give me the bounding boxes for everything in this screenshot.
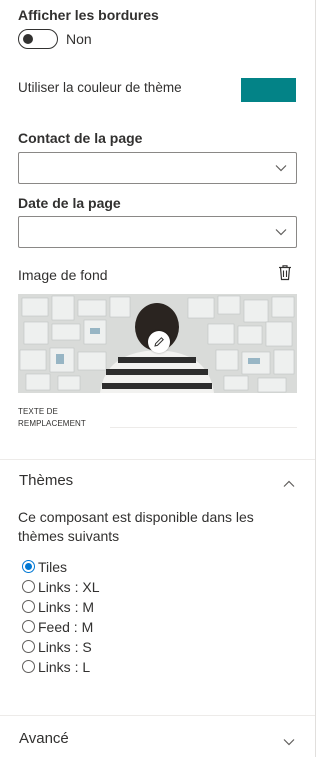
theme-option-label: Feed : M xyxy=(38,618,94,635)
page-date-dropdown[interactable] xyxy=(18,216,297,248)
chevron-down-icon[interactable] xyxy=(283,733,297,746)
radio-unchecked xyxy=(22,580,35,593)
section-divider xyxy=(0,715,315,716)
theme-option-label: Tiles xyxy=(38,558,68,575)
themes-section-title: Thèmes xyxy=(19,472,74,489)
page-contact-label: Contact de la page xyxy=(18,130,143,146)
page-date-label: Date de la page xyxy=(18,195,121,211)
theme-option-label: Links : XL xyxy=(38,578,100,595)
advanced-section-title[interactable]: Avancé xyxy=(19,730,69,747)
theme-option-tiles[interactable]: Tiles xyxy=(22,557,67,576)
theme-option-links-xl[interactable]: Links : XL xyxy=(22,577,99,596)
radio-unchecked xyxy=(22,660,35,673)
pencil-icon[interactable] xyxy=(148,331,170,353)
theme-option-label: Links : S xyxy=(38,638,92,655)
theme-color-swatch[interactable] xyxy=(241,78,296,102)
radio-unchecked xyxy=(22,620,35,633)
trash-icon[interactable] xyxy=(277,264,293,281)
radio-unchecked xyxy=(22,640,35,653)
chevron-up-icon[interactable] xyxy=(283,475,297,487)
section-divider xyxy=(0,459,315,460)
background-image-preview[interactable] xyxy=(18,294,297,393)
chevron-down-icon xyxy=(275,229,287,236)
borders-toggle-text: Non xyxy=(66,31,92,47)
theme-option-label: Links : L xyxy=(38,658,91,675)
theme-option-links-s[interactable]: Links : S xyxy=(22,637,92,656)
theme-color-label: Utiliser la couleur de thème xyxy=(18,80,182,95)
theme-option-label: Links : M xyxy=(38,598,95,615)
background-image-label: Image de fond xyxy=(18,267,108,283)
themes-description: Ce composant est disponible dans les thè… xyxy=(18,509,254,544)
alt-text-input[interactable] xyxy=(110,427,297,428)
borders-label: Afficher les bordures xyxy=(18,7,159,23)
radio-unchecked xyxy=(22,600,35,613)
alt-text-label: TEXTE DE REMPLACEMENT xyxy=(18,407,86,428)
radio-checked xyxy=(22,560,35,573)
theme-option-links-m[interactable]: Links : M xyxy=(22,597,94,616)
toggle-knob xyxy=(23,34,33,44)
panel-border xyxy=(315,0,316,757)
chevron-down-icon xyxy=(275,165,287,172)
page-contact-dropdown[interactable] xyxy=(18,152,297,184)
borders-toggle[interactable] xyxy=(18,29,58,49)
theme-option-feed-m[interactable]: Feed : M xyxy=(22,617,93,636)
theme-option-links-l[interactable]: Links : L xyxy=(22,657,90,676)
